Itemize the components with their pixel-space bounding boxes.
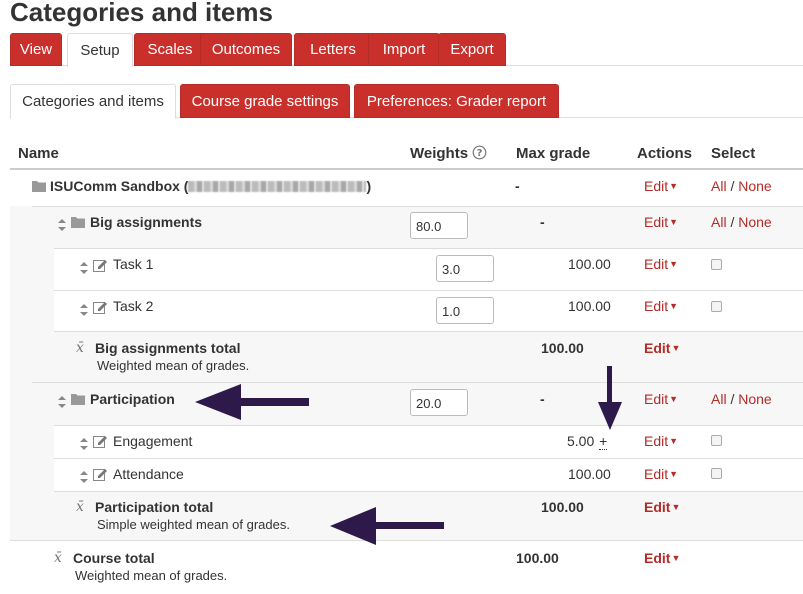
weights-label: Weights — [410, 145, 469, 162]
big-total-max-grade: 100.00 — [541, 340, 584, 356]
participation-total-edit-menu[interactable]: Edit▼ — [644, 499, 680, 515]
big-assignments-edit-menu[interactable]: Edit▼ — [644, 214, 678, 230]
task2-name: Task 2 — [113, 298, 154, 314]
column-header-select: Select — [711, 145, 756, 162]
move-icon[interactable] — [79, 471, 89, 483]
page-title: Categories and items — [10, 0, 273, 27]
assignment-icon — [93, 469, 107, 481]
extra-credit-marker: + — [599, 433, 608, 450]
big-assignments-name: Big assignments — [90, 214, 203, 230]
task2-select-checkbox[interactable] — [711, 301, 722, 312]
move-icon[interactable] — [79, 304, 89, 316]
engagement-max-grade: 5.00 + — [567, 433, 608, 450]
participation-select-links: All / None — [711, 391, 772, 407]
select-none-link[interactable]: None — [738, 214, 771, 230]
move-icon[interactable] — [79, 262, 89, 274]
course-total-edit-menu[interactable]: Edit▼ — [644, 550, 680, 566]
task1-edit-menu[interactable]: Edit▼ — [644, 256, 678, 272]
task2-max-grade: 100.00 — [568, 298, 611, 314]
participation-edit-menu[interactable]: Edit▼ — [644, 391, 678, 407]
big-assignments-weight-input[interactable]: 80.0 — [410, 212, 468, 239]
annotation-arrow-down — [598, 366, 622, 430]
big-assignments-max-grade: - — [540, 214, 545, 230]
course-total-max-grade: 100.00 — [516, 550, 559, 566]
tab-course-grade-settings[interactable]: Course grade settings — [180, 84, 350, 118]
select-none-link[interactable]: None — [738, 178, 771, 194]
attendance-select-checkbox[interactable] — [711, 468, 722, 479]
assignment-icon — [93, 302, 107, 314]
tab-preferences-grader-report[interactable]: Preferences: Grader report — [354, 84, 559, 118]
column-header-weights: Weights ? — [410, 145, 487, 162]
tab-view[interactable]: View — [10, 33, 62, 66]
course-total-name: Course total — [73, 550, 155, 566]
participation-total-method: Simple weighted mean of grades. — [97, 517, 290, 532]
engagement-select-checkbox[interactable] — [711, 435, 722, 446]
assignment-icon — [93, 260, 107, 272]
select-all-link[interactable]: All — [711, 214, 727, 230]
folder-icon — [32, 181, 46, 192]
column-header-name: Name — [18, 145, 59, 162]
participation-weight-input[interactable]: 20.0 — [410, 389, 468, 416]
svg-text:?: ? — [477, 148, 483, 159]
assignment-icon — [93, 436, 107, 448]
tab-categories-and-items[interactable]: Categories and items — [10, 84, 176, 119]
task1-weight-input[interactable]: 3.0 — [436, 255, 494, 282]
big-total-name: Big assignments total — [95, 340, 241, 356]
attendance-edit-menu[interactable]: Edit▼ — [644, 466, 678, 482]
course-total-method: Weighted mean of grades. — [75, 568, 228, 583]
participation-name: Participation — [90, 391, 175, 407]
help-icon[interactable]: ? — [472, 145, 487, 160]
mean-icon: x̄ — [76, 340, 84, 356]
tab-scales[interactable]: Scales — [134, 33, 206, 66]
tab-export[interactable]: Export — [438, 33, 506, 66]
select-all-link[interactable]: All — [711, 391, 727, 407]
select-all-link[interactable]: All — [711, 178, 727, 194]
mean-icon: x̄ — [76, 499, 84, 515]
annotation-arrow-left — [195, 384, 309, 420]
redacted-text — [188, 181, 367, 192]
move-icon[interactable] — [57, 396, 67, 408]
folder-icon — [71, 217, 85, 228]
participation-total-max-grade: 100.00 — [541, 499, 584, 515]
task1-select-checkbox[interactable] — [711, 259, 722, 270]
attendance-max-grade: 100.00 — [568, 466, 611, 482]
move-icon[interactable] — [79, 438, 89, 450]
move-icon[interactable] — [57, 219, 67, 231]
attendance-name: Attendance — [113, 466, 184, 482]
big-assignments-select-links: All / None — [711, 214, 772, 230]
tab-outcomes[interactable]: Outcomes — [200, 33, 292, 66]
course-edit-menu[interactable]: Edit▼ — [644, 178, 678, 194]
engagement-name: Engagement — [113, 433, 193, 449]
tab-import[interactable]: Import — [368, 33, 440, 66]
participation-max-grade: - — [540, 391, 545, 407]
column-header-max-grade: Max grade — [516, 145, 591, 162]
task1-max-grade: 100.00 — [568, 256, 611, 272]
course-max-grade: - — [515, 178, 520, 194]
participation-total-name: Participation total — [95, 499, 214, 515]
big-total-method: Weighted mean of grades. — [97, 358, 250, 373]
mean-icon: x̄ — [54, 550, 62, 566]
secondary-tabs: Categories and items Course grade settin… — [10, 84, 803, 119]
tab-letters[interactable]: Letters — [294, 33, 372, 66]
task1-name: Task 1 — [113, 256, 154, 272]
tab-setup[interactable]: Setup — [67, 33, 133, 67]
big-total-edit-menu[interactable]: Edit▼ — [644, 340, 680, 356]
select-none-link[interactable]: None — [738, 391, 771, 407]
engagement-edit-menu[interactable]: Edit▼ — [644, 433, 678, 449]
course-select-links: All / None — [711, 178, 772, 194]
task2-weight-input[interactable]: 1.0 — [436, 297, 494, 324]
annotation-arrow-left — [330, 507, 444, 545]
column-header-actions: Actions — [637, 145, 693, 162]
task2-edit-menu[interactable]: Edit▼ — [644, 298, 678, 314]
primary-tabs: View Setup Scales Outcomes Letters Impor… — [10, 33, 803, 67]
folder-icon — [71, 394, 85, 405]
course-category-name: ISUComm Sandbox () — [50, 178, 372, 194]
